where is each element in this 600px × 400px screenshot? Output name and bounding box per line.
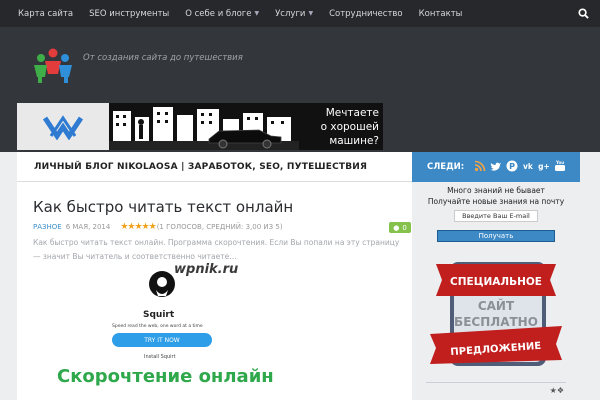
star-icon[interactable]: ★: [550, 386, 557, 395]
nav-item-seo-tools[interactable]: SEO инструменты: [81, 0, 177, 27]
subscribe-text: Много знаний не бывает Получайте новые з…: [412, 185, 580, 207]
post-category[interactable]: РАЗНОЕ: [33, 223, 62, 231]
site-header: От создания сайта до путешествия Мечтает…: [0, 27, 600, 152]
comment-count-badge[interactable]: ● 0: [389, 222, 411, 233]
email-field[interactable]: [454, 210, 538, 222]
green-caption: Скорочтение онлайн: [57, 366, 274, 387]
right-gutter: [580, 152, 600, 400]
svg-text:You: You: [555, 160, 564, 165]
post-meta: РАЗНОЕ 6 МАЯ, 2014 ★★★★★ (1 ГОЛОСОВ, СРЕ…: [33, 222, 283, 232]
google-plus-icon[interactable]: g+: [538, 160, 550, 172]
post-title[interactable]: Как быстро читать текст онлайн: [33, 198, 293, 216]
try-it-now-button: TRY IT NOW: [112, 333, 212, 347]
social-icons: P vk g+ You: [474, 160, 566, 172]
rating-stars[interactable]: ★★★★★: [120, 222, 156, 232]
squirt-subtitle: Speed read the web, one word at a time: [112, 324, 203, 329]
comment-icon: ●: [393, 223, 400, 232]
promo-mid2-text: БЕСПЛАТНО: [454, 315, 538, 329]
site-logo[interactable]: [32, 47, 74, 83]
nav-item-label: Услуги: [275, 8, 306, 19]
chevron-down-icon: ▼: [308, 10, 314, 17]
squirt-logo-icon: [149, 271, 175, 297]
svg-text:g+: g+: [538, 162, 550, 171]
banner-city-illustration: [109, 103, 299, 150]
nav-item-about[interactable]: О себе и блоге ▼: [177, 0, 267, 27]
follow-label: СЛЕДИ:: [427, 162, 465, 172]
site-tagline: От создания сайта до путешествия: [83, 53, 243, 63]
nav-item-label: О себе и блоге: [185, 8, 252, 19]
subscribe-button[interactable]: Получать: [437, 230, 555, 242]
youtube-icon[interactable]: You: [554, 160, 566, 172]
vk-icon[interactable]: vk: [522, 160, 534, 172]
svg-text:vk: vk: [523, 162, 534, 171]
nav-item-sitemap[interactable]: Карта сайта: [0, 0, 81, 27]
rss-icon[interactable]: [474, 160, 486, 172]
banner-logo: [17, 103, 109, 150]
nav-item-label: SEO инструменты: [89, 8, 170, 19]
nav-item-label: Сотрудничество: [329, 8, 403, 19]
svg-text:P: P: [509, 162, 515, 171]
banner-line: машине?: [329, 135, 379, 147]
nav-item-label: Карта сайта: [18, 8, 74, 19]
blog-title: ЛИЧНЫЙ БЛОГ NIKOLAOSA | ЗАРАБОТОК, SEO, …: [17, 152, 412, 182]
subscribe-line: Получайте новые знания на почту: [427, 197, 565, 206]
tabs-icons: ★❖: [550, 386, 564, 395]
promo-top-text: СПЕЦИАЛЬНОЕ: [450, 276, 542, 288]
post-date: 6 МАЯ, 2014: [65, 223, 111, 231]
nav-item-services[interactable]: Услуги ▼: [267, 0, 321, 27]
promo-mid1-text: САЙТ: [478, 298, 515, 313]
watermark-text: wpnik.ru: [174, 262, 239, 277]
main-area: ЛИЧНЫЙ БЛОГ NIKOLAOSA | ЗАРАБОТОК, SEO, …: [0, 152, 600, 400]
tag-icon[interactable]: ❖: [557, 386, 564, 395]
nav-item-contacts[interactable]: Контакты: [411, 0, 471, 27]
content-column: ЛИЧНЫЙ БЛОГ NIKOLAOSA | ЗАРАБОТОК, SEO, …: [17, 152, 412, 400]
twitter-icon[interactable]: [490, 160, 502, 172]
search-icon: [577, 8, 589, 19]
nav-item-cooperation[interactable]: Сотрудничество: [321, 0, 411, 27]
sidebar: СЛЕДИ: P vk g+ You Много знаний не бывае…: [412, 152, 580, 400]
ad-banner[interactable]: Мечтаете о хорошей машине?: [17, 103, 383, 150]
banner-line: о хорошей: [320, 121, 379, 133]
subscribe-line: Много знаний не бывает: [447, 186, 545, 195]
sidebar-tabs: ★❖: [426, 382, 566, 400]
squirt-brand: Squirt: [143, 310, 175, 320]
chevron-down-icon: ▼: [254, 10, 260, 17]
promo-banner[interactable]: СПЕЦИАЛЬНОЕ САЙТ БЕСПЛАТНО ПРЕДЛОЖЕНИЕ: [426, 256, 566, 368]
banner-line: Мечтаете: [325, 107, 379, 119]
post-excerpt: Как быстро читать текст онлайн. Программ…: [33, 238, 400, 261]
banner-text: Мечтаете о хорошей машине?: [299, 106, 379, 147]
rating-summary: (1 ГОЛОСОВ, СРЕДНИЙ: 3,00 ИЗ 5): [156, 223, 283, 231]
pinterest-icon[interactable]: P: [506, 160, 518, 172]
install-squirt-link: Install Squirt: [144, 354, 176, 360]
comment-count: 0: [402, 223, 407, 232]
post-image[interactable]: Squirt Speed read the web, one word at a…: [37, 262, 407, 400]
search-button[interactable]: [566, 0, 600, 27]
nav-item-label: Контакты: [418, 8, 463, 19]
top-navigation: Карта сайта SEO инструменты О себе и бло…: [0, 0, 600, 27]
banner-brand-icon: [43, 114, 83, 140]
